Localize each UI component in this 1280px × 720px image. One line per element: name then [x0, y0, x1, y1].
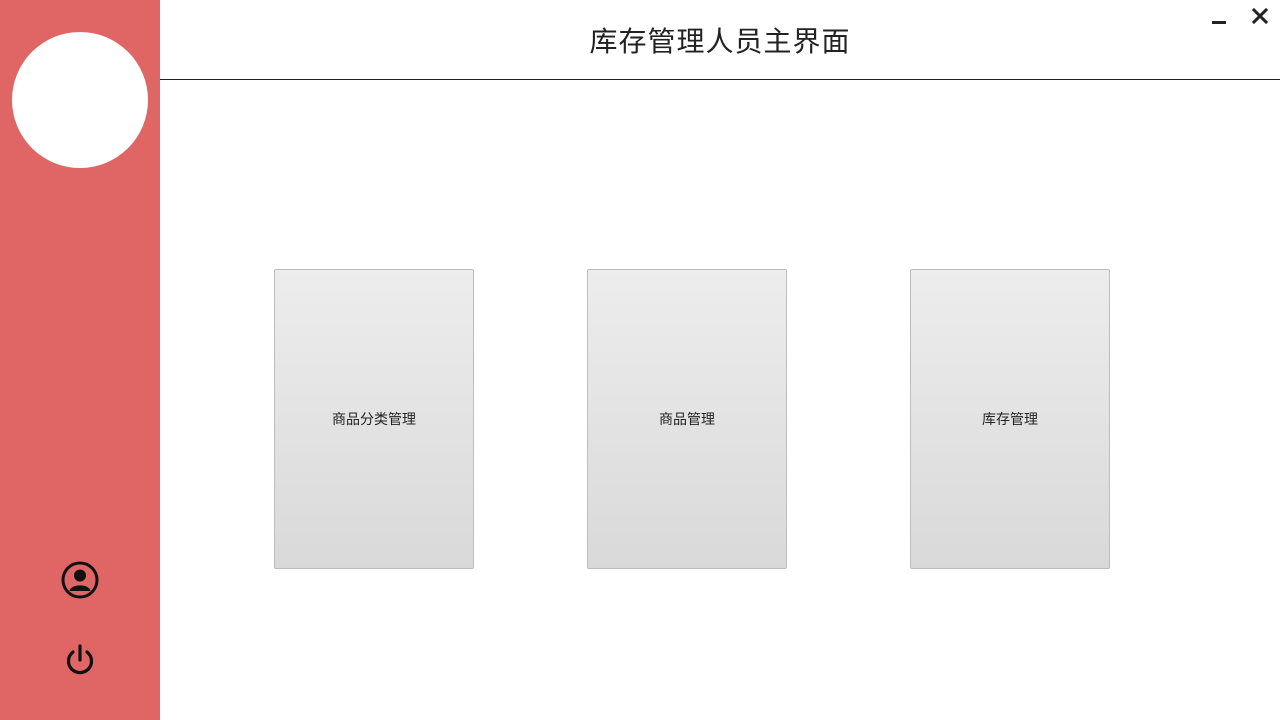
profile-button[interactable]	[61, 561, 99, 599]
app-window: 库存管理人员主界面 商品分类管理 商品管理 库存管理	[0, 0, 1280, 720]
product-management-button[interactable]: 商品管理	[587, 269, 787, 569]
close-button[interactable]	[1250, 6, 1270, 26]
logout-button[interactable]	[61, 641, 99, 679]
header-bar: 库存管理人员主界面	[160, 0, 1280, 80]
minimize-icon	[1212, 21, 1226, 24]
category-management-button[interactable]: 商品分类管理	[274, 269, 474, 569]
card-label: 商品管理	[659, 412, 715, 428]
inventory-management-button[interactable]: 库存管理	[910, 269, 1110, 569]
card-label: 库存管理	[982, 412, 1038, 428]
page-title: 库存管理人员主界面	[589, 25, 851, 58]
sidebar	[0, 0, 160, 720]
power-icon	[66, 644, 94, 675]
card-label: 商品分类管理	[332, 412, 416, 428]
close-icon	[1251, 7, 1269, 25]
user-circle-icon	[61, 561, 99, 599]
avatar	[12, 32, 148, 168]
minimize-button[interactable]	[1209, 6, 1229, 26]
